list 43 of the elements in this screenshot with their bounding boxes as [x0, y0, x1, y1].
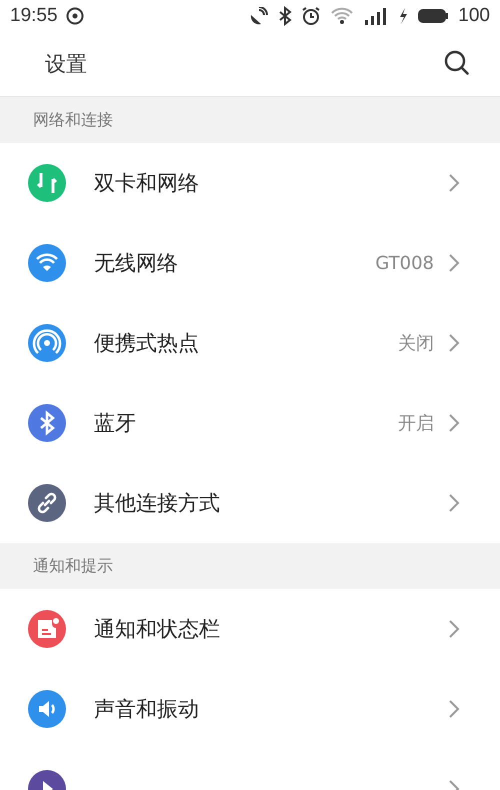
item-value: 关闭 [398, 332, 434, 355]
item-label: 无线网络 [94, 250, 178, 277]
item-label: 蓝牙 [94, 410, 136, 437]
speaker-icon [27, 689, 67, 729]
chevron-icon [448, 253, 460, 273]
chevron-icon [448, 699, 460, 719]
satellite-icon [249, 7, 270, 25]
hotspot-icon [27, 323, 67, 363]
settings-item[interactable]: 声音和振动 [0, 669, 500, 749]
link-icon [27, 483, 67, 523]
item-value: GT008 [375, 252, 434, 274]
page-title: 设置 [45, 51, 88, 78]
settings-item[interactable]: 蓝牙 开启 [0, 383, 500, 463]
settings-item[interactable]: 便携式热点 关闭 [0, 303, 500, 383]
settings-item[interactable]: 通知和状态栏 [0, 589, 500, 669]
item-label: 便携式热点 [94, 330, 199, 357]
item-label: 通知和状态栏 [94, 616, 220, 643]
notification-icon [27, 609, 67, 649]
chevron-icon [448, 333, 460, 353]
settings-item[interactable]: 双卡和网络 [0, 143, 500, 223]
item-label: 声音和振动 [94, 696, 199, 723]
charging-icon [398, 7, 408, 25]
bluetooth-icon [278, 6, 292, 26]
location-icon [66, 7, 84, 25]
chevron-icon [448, 173, 460, 193]
item-value: 开启 [398, 412, 434, 435]
section-header: 通知和提示 [0, 543, 500, 589]
item-label: 双卡和网络 [94, 170, 199, 197]
battery-icon [417, 8, 450, 24]
alarm-icon [301, 6, 322, 26]
section-header: 网络和连接 [0, 97, 500, 143]
item-label: 其他连接方式 [94, 490, 220, 517]
bluetooth-icon [27, 403, 67, 443]
battery-level: 100 [458, 5, 490, 27]
settings-item[interactable]: 无线网络 GT008 [0, 223, 500, 303]
chevron-icon [448, 493, 460, 513]
chevron-icon [448, 413, 460, 433]
settings-item[interactable]: 其他连接方式 [0, 463, 500, 543]
wifi-icon [330, 7, 354, 25]
chevron-icon [448, 619, 460, 639]
clock-time: 19:55 [10, 5, 58, 27]
wifi-icon [27, 243, 67, 283]
data-transfer-icon [27, 163, 67, 203]
